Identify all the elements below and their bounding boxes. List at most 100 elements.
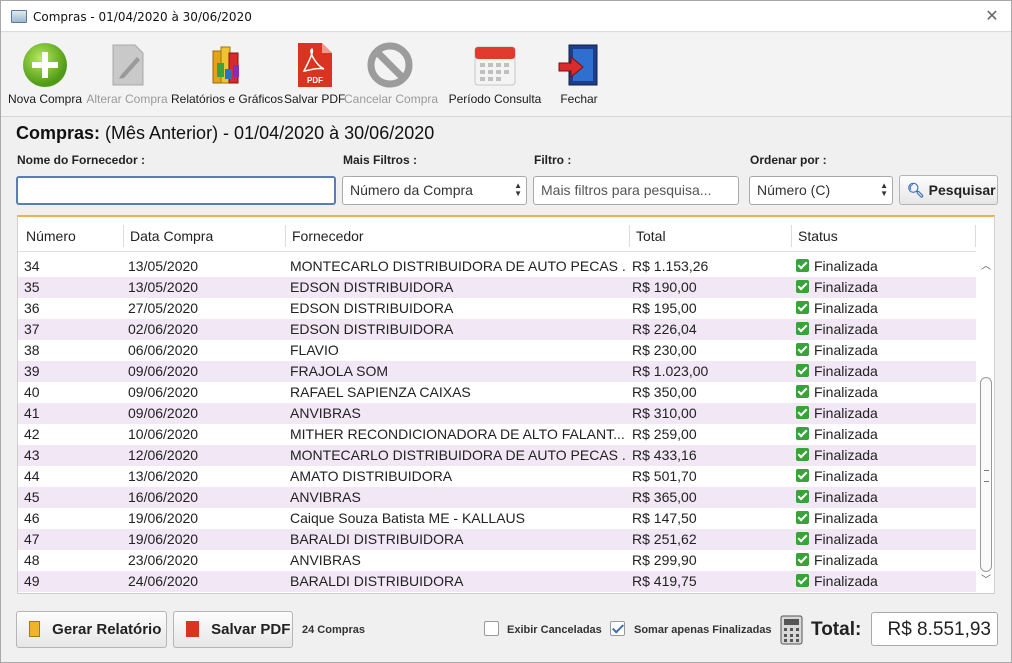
- spinner-arrows-icon: ▲ ▼: [880, 181, 888, 198]
- pdf-icon: PDF: [298, 43, 332, 87]
- status-check-icon: [796, 448, 809, 461]
- pdf-icon: [186, 621, 199, 637]
- cell-data: 13/05/2020: [128, 279, 199, 295]
- status-check-icon: [796, 364, 809, 377]
- supplier-name-input[interactable]: [16, 176, 336, 205]
- status-text: Finalizada: [814, 447, 878, 463]
- close-icon[interactable]: ✕: [983, 6, 1001, 25]
- status-text: Finalizada: [814, 510, 878, 526]
- status-check-icon: [796, 322, 809, 335]
- status-cell: Finalizada: [796, 405, 966, 421]
- save-pdf-button[interactable]: Salvar PDF: [173, 611, 293, 648]
- generate-report-label: Gerar Relatório: [52, 621, 162, 638]
- vertical-scrollbar[interactable]: ︿ ﹀: [978, 257, 994, 593]
- scrollbar-thumb[interactable]: [980, 377, 992, 572]
- table-row[interactable]: 45 16/06/2020 ANVIBRAS R$ 365,00 Finalizada: [18, 487, 976, 508]
- reports-charts-button[interactable]: Relatórios e Gráficos: [171, 39, 283, 115]
- sum-finalized-label: Somar apenas Finalizadas: [634, 624, 772, 636]
- order-by-value: Número (C): [757, 182, 831, 198]
- cell-fornecedor: EDSON DISTRIBUIDORA: [290, 300, 454, 316]
- col-total[interactable]: Total: [636, 228, 666, 244]
- filter-input[interactable]: Mais filtros para pesquisa...: [533, 176, 739, 205]
- cell-fornecedor: FRAJOLA SOM: [290, 363, 389, 379]
- edit-purchase-button[interactable]: Alterar Compra: [86, 39, 168, 115]
- cell-data: 13/06/2020: [128, 468, 199, 484]
- cell-total: R$ 230,00: [632, 342, 697, 358]
- status-cell: Finalizada: [796, 552, 966, 568]
- table-row[interactable]: 43 12/06/2020 MONTECARLO DISTRIBUIDORA DE …: [18, 445, 976, 466]
- status-check-icon: [796, 406, 809, 419]
- page-period: (Mês Anterior) - 01/04/2020 à 30/06/2020: [105, 123, 435, 143]
- status-text: Finalizada: [814, 468, 878, 484]
- col-data-compra[interactable]: Data Compra: [130, 228, 213, 244]
- order-by-select[interactable]: Número (C) ▲ ▼: [749, 176, 893, 205]
- table-row[interactable]: 49 24/06/2020 BARALDI DISTRIBUIDORA R$ 419,…: [18, 571, 976, 592]
- status-cell: Finalizada: [796, 573, 966, 589]
- cell-fornecedor: BARALDI DISTRIBUIDORA: [290, 573, 464, 589]
- cell-numero: 45: [24, 489, 40, 505]
- query-period-button[interactable]: Período Consulta: [441, 39, 549, 115]
- cell-data: 02/06/2020: [128, 321, 199, 337]
- status-check-icon: [796, 532, 809, 545]
- table-row[interactable]: 39 09/06/2020 FRAJOLA SOM R$ 1.023,00 Finali…: [18, 361, 976, 382]
- report-folder-icon: [29, 621, 40, 637]
- table-row[interactable]: 41 09/06/2020 ANVIBRAS R$ 310,00 Finalizada: [18, 403, 976, 424]
- status-text: Finalizada: [814, 552, 878, 568]
- status-check-icon: [796, 385, 809, 398]
- cell-fornecedor: EDSON DISTRIBUIDORA: [290, 279, 454, 295]
- col-fornecedor[interactable]: Fornecedor: [292, 228, 364, 244]
- save-pdf-toolbar-button[interactable]: PDF Salvar PDF: [284, 39, 345, 115]
- close-window-button[interactable]: Fechar: [551, 39, 607, 115]
- more-filters-select[interactable]: Número da Compra ▲ ▼: [342, 176, 527, 205]
- edit-purchase-label: Alterar Compra: [86, 92, 168, 106]
- scroll-up-icon[interactable]: ︿: [980, 261, 992, 273]
- table-row[interactable]: 46 19/06/2020 Caique Souza Batista ME - KA…: [18, 508, 976, 529]
- cell-numero: 44: [24, 468, 40, 484]
- status-text: Finalizada: [814, 384, 878, 400]
- calendar-icon: [474, 46, 516, 86]
- table-row[interactable]: 36 27/05/2020 EDSON DISTRIBUIDORA R$ 195,00…: [18, 298, 976, 319]
- status-check-icon: [796, 259, 809, 272]
- cell-numero: 48: [24, 552, 40, 568]
- cell-total: R$ 190,00: [632, 279, 697, 295]
- status-check-icon: [796, 280, 809, 293]
- spinner-arrows-icon: ▲ ▼: [514, 181, 522, 198]
- status-check-icon: [796, 343, 809, 356]
- cell-numero: 41: [24, 405, 40, 421]
- table-row[interactable]: 37 02/06/2020 EDSON DISTRIBUIDORA R$ 226,04…: [18, 319, 976, 340]
- sum-finalized-checkbox[interactable]: [610, 621, 625, 636]
- table-row[interactable]: 40 09/06/2020 RAFAEL SAPIENZA CAIXAS R$ 350…: [18, 382, 976, 403]
- cell-fornecedor: MITHER RECONDICIONADORA DE ALTO FALANT..…: [290, 426, 625, 442]
- table-row[interactable]: 44 13/06/2020 AMATO DISTRIBUIDORA R$ 501,70…: [18, 466, 976, 487]
- search-button[interactable]: 🔍︎ Pesquisar: [899, 175, 998, 205]
- generate-report-button[interactable]: Gerar Relatório: [16, 611, 167, 648]
- add-circle-icon: [23, 43, 67, 87]
- col-status[interactable]: Status: [798, 228, 838, 244]
- search-button-label: Pesquisar: [928, 182, 996, 198]
- cell-data: 16/06/2020: [128, 489, 199, 505]
- cell-fornecedor: FLAVIO: [290, 342, 339, 358]
- status-text: Finalizada: [814, 258, 878, 274]
- cancel-purchase-button[interactable]: Cancelar Compra: [344, 39, 438, 115]
- cell-fornecedor: MONTECARLO DISTRIBUIDORA DE AUTO PECAS .…: [290, 447, 626, 463]
- status-cell: Finalizada: [796, 321, 966, 337]
- table-row[interactable]: 42 10/06/2020 MITHER RECONDICIONADORA DE A…: [18, 424, 976, 445]
- more-filters-value: Número da Compra: [350, 182, 473, 198]
- table-row[interactable]: 35 13/05/2020 EDSON DISTRIBUIDORA R$ 190,00…: [18, 277, 976, 298]
- app-icon: [11, 10, 27, 23]
- new-purchase-button[interactable]: Nova Compra: [6, 39, 84, 115]
- status-text: Finalizada: [814, 489, 878, 505]
- table-row[interactable]: 48 23/06/2020 ANVIBRAS R$ 299,90 Finalizada: [18, 550, 976, 571]
- order-by-label: Ordenar por :: [750, 153, 827, 167]
- cell-fornecedor: ANVIBRAS: [290, 489, 361, 505]
- table-row[interactable]: 47 19/06/2020 BARALDI DISTRIBUIDORA R$ 251,…: [18, 529, 976, 550]
- new-purchase-label: Nova Compra: [7, 92, 83, 106]
- show-cancelled-checkbox[interactable]: [484, 621, 499, 636]
- status-cell: Finalizada: [796, 510, 966, 526]
- cell-data: 09/06/2020: [128, 363, 199, 379]
- col-numero[interactable]: Número: [26, 228, 76, 244]
- scroll-down-icon[interactable]: ﹀: [980, 575, 992, 587]
- table-row[interactable]: 38 06/06/2020 FLAVIO R$ 230,00 Finalizada: [18, 340, 976, 361]
- table-row[interactable]: 34 13/05/2020 MONTECARLO DISTRIBUIDORA DE …: [18, 256, 976, 277]
- cell-total: R$ 195,00: [632, 300, 697, 316]
